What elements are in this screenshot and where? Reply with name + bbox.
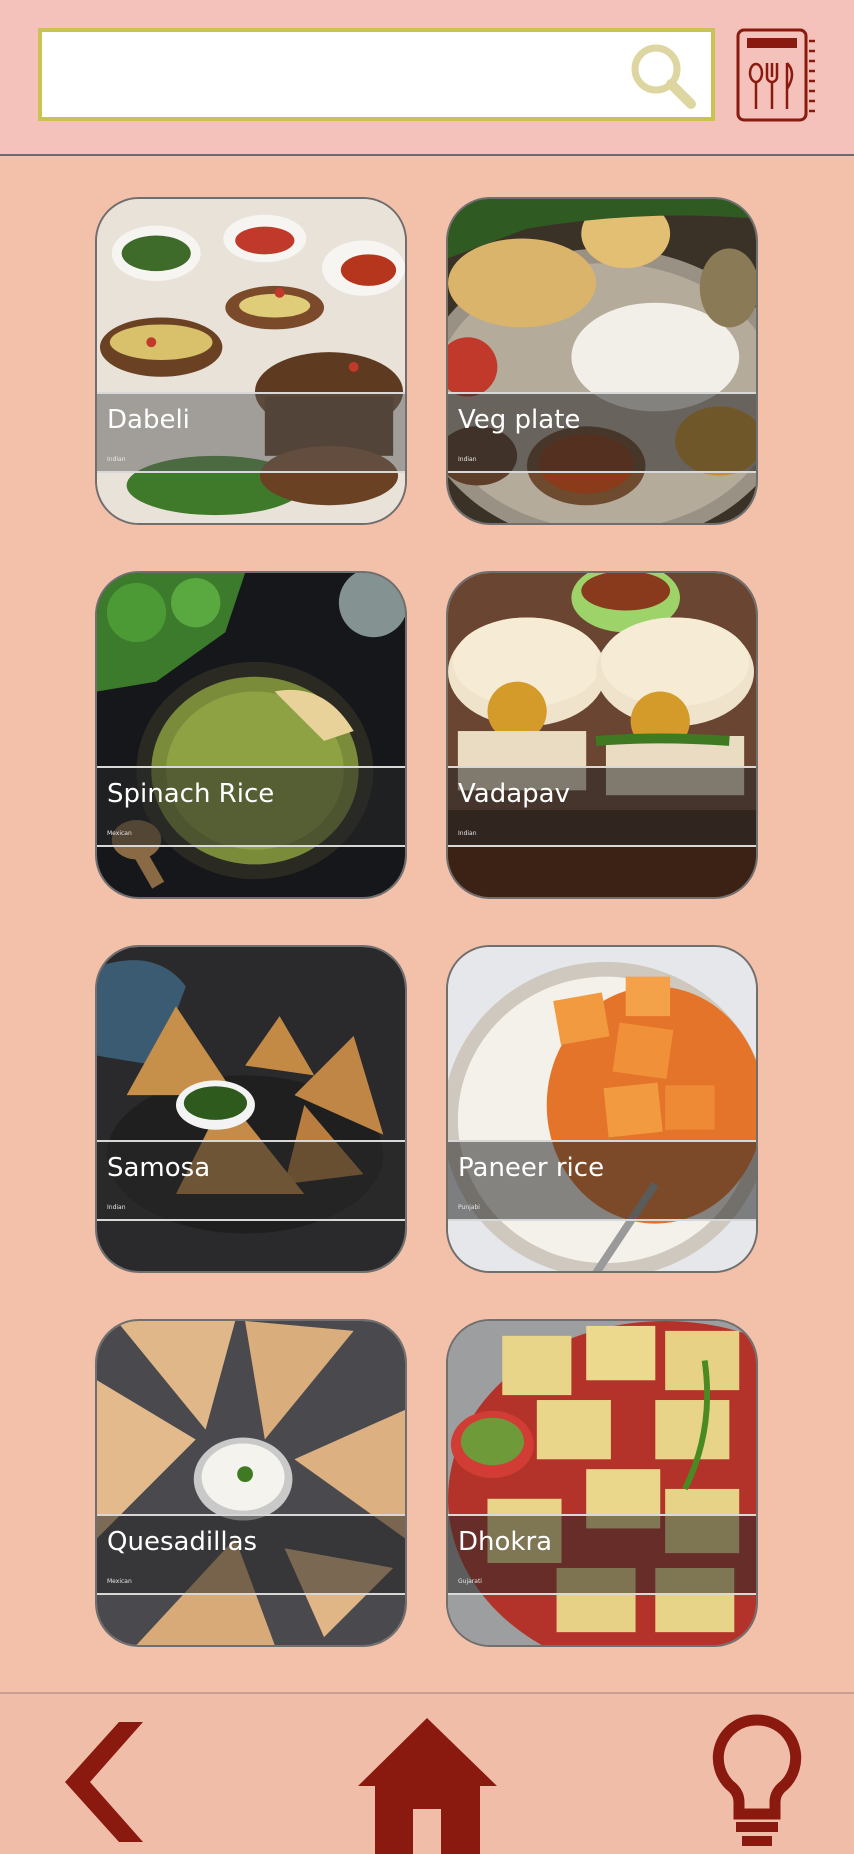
recipe-card-dhokra[interactable]: Dhokra Gujarati [446,1319,758,1647]
recipe-name: Quesadillas [107,1527,258,1557]
recipe-label-band: Dhokra Gujarati [448,1514,756,1595]
vadapav-photo [448,573,756,897]
dhokra-photo [448,1321,756,1645]
search-input[interactable] [42,32,711,117]
veg-plate-photo [448,199,756,523]
recipe-card-spinach-rice[interactable]: Spinach Rice Mexican [95,571,407,899]
recipe-grid: Dabeli Indian Veg plate Indian Spinach R… [0,158,854,1690]
home-icon[interactable] [355,1694,500,1854]
paneer-rice-photo [448,947,756,1271]
recipe-name: Dabeli [107,405,190,435]
recipe-card-samosa[interactable]: Samosa Indian [95,945,407,1273]
recipe-name: Veg plate [458,405,581,435]
recipe-card-dabeli[interactable]: Dabeli Indian [95,197,407,525]
quesadillas-photo [97,1321,405,1645]
recipe-name: Vadapav [458,779,570,809]
lightbulb-icon[interactable] [710,1694,805,1854]
back-arrow-icon[interactable] [55,1694,155,1854]
recipe-label-band: Spinach Rice Mexican [97,766,405,847]
dabeli-photo [97,199,405,523]
recipe-label-band: Veg plate Indian [448,392,756,473]
recipe-cuisine: Indian [458,830,477,837]
recipe-label-band: Paneer rice Punjabi [448,1140,756,1221]
recipe-card-paneer-rice[interactable]: Paneer rice Punjabi [446,945,758,1273]
recipe-label-band: Samosa Indian [97,1140,405,1221]
recipe-cuisine: Indian [458,456,477,463]
recipe-name: Dhokra [458,1527,553,1557]
recipe-name: Samosa [107,1153,211,1183]
recipe-cuisine: Mexican [107,830,132,837]
recipe-cuisine: Punjabi [458,1204,480,1211]
recipe-cuisine: Gujarati [458,1578,482,1585]
recipe-name: Spinach Rice [107,779,275,809]
app-header [0,0,854,156]
recipe-label-band: Quesadillas Mexican [97,1514,405,1595]
search-icon[interactable] [625,38,701,114]
recipe-card-veg-plate[interactable]: Veg plate Indian [446,197,758,525]
recipe-card-vadapav[interactable]: Vadapav Indian [446,571,758,899]
recipe-card-quesadillas[interactable]: Quesadillas Mexican [95,1319,407,1647]
bottom-nav [0,1692,854,1854]
recipe-label-band: Dabeli Indian [97,392,405,473]
spinach-rice-photo [97,573,405,897]
recipe-cuisine: Indian [107,456,126,463]
recipe-cuisine: Indian [107,1204,126,1211]
recipe-label-band: Vadapav Indian [448,766,756,847]
recipe-cuisine: Mexican [107,1578,132,1585]
recipe-name: Paneer rice [458,1153,605,1183]
samosa-photo [97,947,405,1271]
recipe-book-icon[interactable] [735,27,817,123]
search-box[interactable] [38,28,715,121]
